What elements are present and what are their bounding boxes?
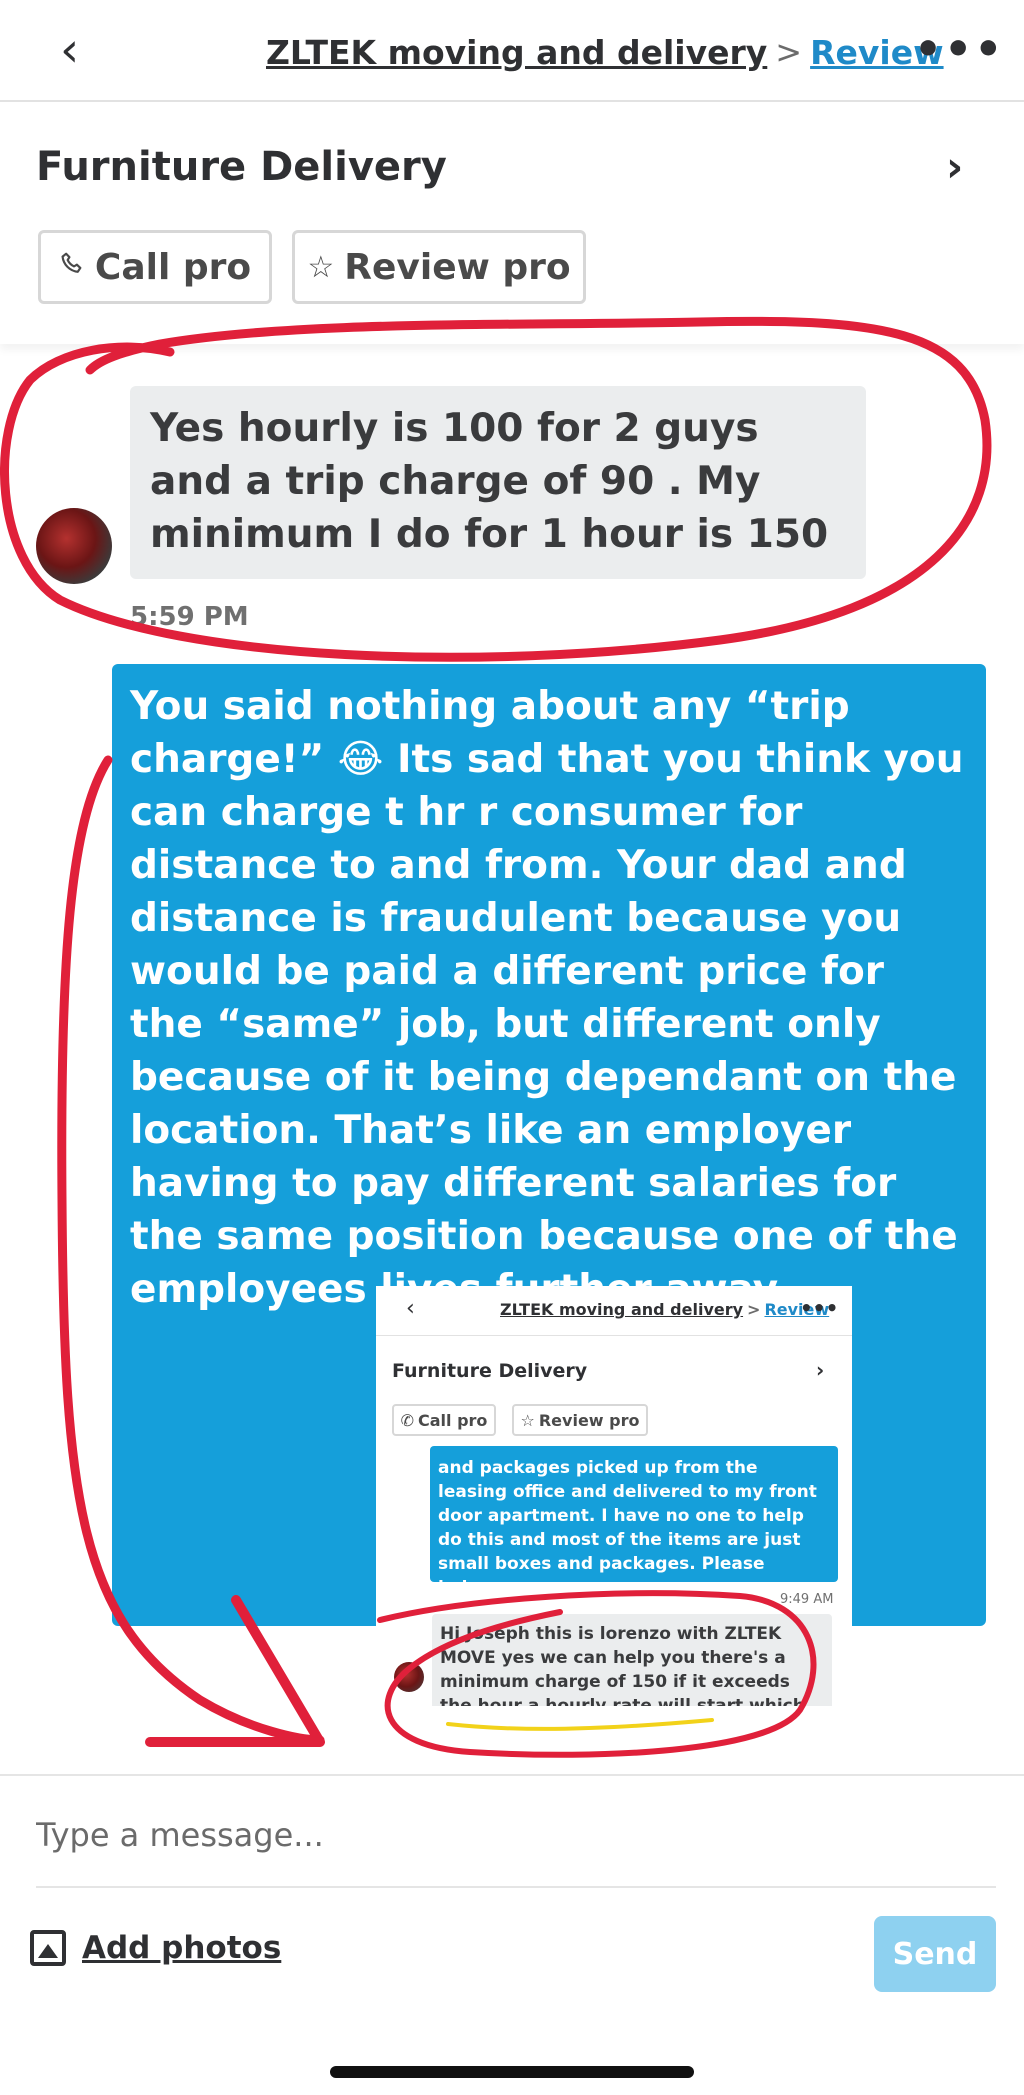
- embedded-separator: >: [747, 1300, 761, 1319]
- review-pro-button[interactable]: ☆ Review pro: [292, 230, 586, 304]
- add-photos-button[interactable]: Add photos: [30, 1930, 281, 1966]
- embedded-breadcrumb: ZLTEK moving and delivery > Review: [500, 1300, 829, 1319]
- pro-avatar[interactable]: [36, 508, 112, 584]
- call-pro-label: Call pro: [94, 246, 252, 288]
- embedded-star-icon: ☆: [520, 1410, 535, 1430]
- embedded-chevron-icon: ›: [816, 1358, 825, 1382]
- more-options-icon[interactable]: •••: [914, 24, 1004, 75]
- call-pro-button[interactable]: Call pro: [38, 230, 272, 304]
- star-outline-icon: ☆: [307, 249, 335, 285]
- project-header: Furniture Delivery › Call pro ☆ Review p…: [0, 104, 1024, 344]
- top-nav-bar: ‹ ZLTEK moving and delivery > Review •••: [0, 0, 1024, 102]
- embedded-phone-icon: ✆: [400, 1410, 414, 1430]
- home-indicator: [330, 2066, 694, 2078]
- embedded-call-pro: ✆ Call pro: [392, 1404, 496, 1436]
- embedded-project-title: Furniture Delivery: [392, 1360, 588, 1382]
- message-composer: Add photos Send: [0, 1774, 1024, 2095]
- embedded-timestamp: 9:49 AM: [780, 1592, 834, 1607]
- embedded-pro-name: ZLTEK moving and delivery: [500, 1300, 744, 1319]
- breadcrumb-separator: >: [775, 33, 803, 71]
- breadcrumb: ZLTEK moving and delivery > Review: [266, 28, 944, 76]
- embedded-review-pro: ☆ Review pro: [512, 1404, 648, 1436]
- back-chevron-icon[interactable]: ‹: [60, 24, 100, 76]
- embedded-call-pro-label: Call pro: [417, 1410, 488, 1430]
- embedded-avatar: [394, 1662, 424, 1692]
- add-photos-label: Add photos: [82, 1930, 282, 1966]
- embedded-outgoing-bubble: and packages picked up from the leasing …: [430, 1446, 838, 1598]
- message-input[interactable]: [36, 1800, 996, 1870]
- message-timestamp: 5:59 PM: [130, 602, 249, 632]
- conversation-thread[interactable]: Yes hourly is 100 for 2 guys and a trip …: [0, 344, 1024, 1774]
- embedded-review-pro-label: Review pro: [538, 1410, 640, 1430]
- embedded-screenshot[interactable]: ‹ ZLTEK moving and delivery > Review •••…: [376, 1286, 852, 1706]
- phone-icon: [59, 250, 85, 285]
- embedded-more-icon: •••: [800, 1296, 839, 1320]
- chevron-right-icon[interactable]: ›: [946, 142, 963, 191]
- review-pro-label: Review pro: [344, 246, 571, 288]
- embedded-back-icon: ‹: [406, 1296, 415, 1321]
- pro-name-link[interactable]: ZLTEK moving and delivery: [266, 33, 767, 72]
- embedded-incoming-bubble: Hi Joseph this is lorenzo with ZLTEK MOV…: [432, 1614, 832, 1706]
- incoming-message-bubble: Yes hourly is 100 for 2 guys and a trip …: [130, 386, 866, 579]
- composer-divider: [36, 1886, 996, 1888]
- send-button[interactable]: Send: [874, 1916, 996, 1992]
- image-icon: [30, 1930, 66, 1966]
- project-title[interactable]: Furniture Delivery: [36, 144, 447, 190]
- embedded-top-bar: ‹ ZLTEK moving and delivery > Review •••: [376, 1286, 852, 1336]
